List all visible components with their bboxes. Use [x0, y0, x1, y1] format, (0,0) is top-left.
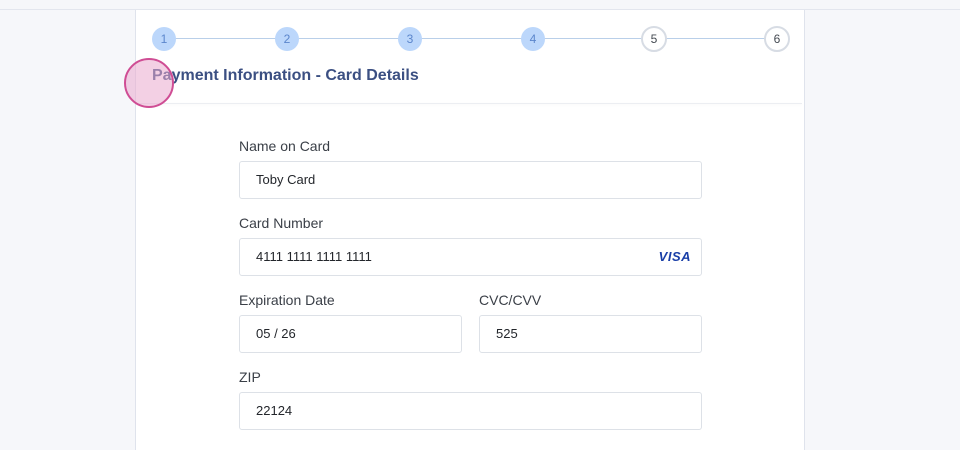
zip-value: 22124: [256, 403, 293, 418]
stepper-line: [164, 38, 782, 39]
payment-card-panel: 1 2 3 4 5 6 Payment Information - Card D…: [135, 10, 805, 450]
expiration-date-input[interactable]: 05 / 26: [239, 315, 462, 353]
name-on-card-label: Name on Card: [239, 138, 331, 154]
step-5[interactable]: 5: [641, 26, 667, 52]
visa-logo-icon: VISA: [658, 249, 691, 264]
cvc-label: CVC/CVV: [479, 292, 542, 308]
cvc-value: 525: [496, 326, 518, 341]
section-title: Payment Information - Card Details: [152, 67, 419, 84]
zip-label: ZIP: [239, 369, 261, 385]
progress-stepper: 1 2 3 4 5 6: [151, 26, 795, 52]
step-2[interactable]: 2: [275, 27, 299, 51]
step-3[interactable]: 3: [398, 27, 422, 51]
cvc-input[interactable]: 525: [479, 315, 702, 353]
name-on-card-value: Toby Card: [256, 172, 316, 187]
name-on-card-input[interactable]: Toby Card: [239, 161, 702, 199]
top-bar: [0, 0, 960, 10]
step-6[interactable]: 6: [764, 26, 790, 52]
card-number-value: 4111 1111 1111 1111: [256, 249, 372, 264]
title-divider: [136, 103, 802, 104]
step-1[interactable]: 1: [152, 27, 176, 51]
expiration-date-label: Expiration Date: [239, 292, 335, 308]
step-4[interactable]: 4: [521, 27, 545, 51]
card-number-label: Card Number: [239, 215, 324, 231]
expiration-date-value: 05 / 26: [256, 326, 296, 341]
card-number-input[interactable]: 4111 1111 1111 1111 VISA: [239, 238, 702, 276]
zip-input[interactable]: 22124: [239, 392, 702, 430]
click-indicator: [124, 58, 174, 108]
